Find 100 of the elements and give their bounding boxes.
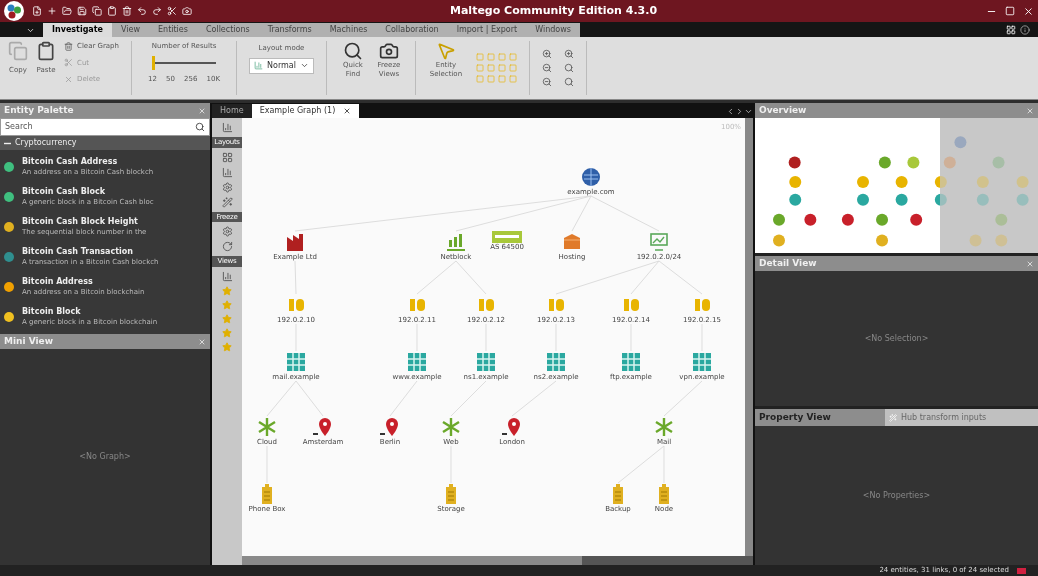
menu-tab[interactable]: Windows <box>526 23 580 37</box>
map-pin-icon <box>501 416 523 438</box>
zoom-in-icon[interactable] <box>541 49 552 59</box>
search-field[interactable]: Search <box>0 118 210 136</box>
grid-icon <box>406 351 428 373</box>
menu-tab[interactable]: Machines <box>320 23 377 37</box>
search-icon[interactable] <box>563 77 574 87</box>
edge-line <box>389 380 418 417</box>
settings-icon[interactable] <box>221 181 233 193</box>
edge-line <box>511 380 557 417</box>
menu-tab[interactable]: Import | Export <box>447 23 527 37</box>
star-icon[interactable] <box>222 313 232 324</box>
notification-icon[interactable] <box>1017 567 1026 574</box>
window-title: Maltego Community Edition 4.3.0 <box>450 2 658 19</box>
menu-tab[interactable]: Entities <box>149 23 197 37</box>
panel-title: Detail View <box>759 256 817 270</box>
empty-message: <No Properties> <box>862 489 931 502</box>
chart-icon[interactable] <box>221 122 233 133</box>
entity-name: Bitcoin Cash Block Height <box>22 217 139 227</box>
search-icon[interactable] <box>195 122 205 132</box>
new-file-icon[interactable] <box>32 6 42 16</box>
star-icon[interactable] <box>222 341 232 352</box>
chart-icon <box>254 61 263 70</box>
trash-icon <box>64 41 73 51</box>
mode-dropdown[interactable]: Normal <box>249 57 314 74</box>
close-icon[interactable] <box>343 107 352 115</box>
settings-icon[interactable] <box>221 226 233 237</box>
slider-thumb[interactable] <box>152 55 155 70</box>
panel-title: Entity Palette <box>4 103 74 117</box>
zoom-out-icon[interactable] <box>541 77 552 87</box>
folder-icon[interactable] <box>62 6 72 16</box>
range-bar-icon <box>492 231 522 243</box>
pointer-icon <box>435 41 456 61</box>
redo-icon[interactable] <box>152 6 162 16</box>
trash-icon[interactable] <box>122 6 132 16</box>
entity-name: Bitcoin Address <box>22 277 94 287</box>
close-icon[interactable] <box>1023 5 1034 17</box>
panel-title: Property View <box>758 410 832 424</box>
save-icon[interactable] <box>77 6 87 16</box>
menu-tab[interactable]: View <box>112 23 149 37</box>
menu-tab[interactable]: Investigate <box>43 23 112 37</box>
graph-tab[interactable]: Example Graph (1) <box>251 104 360 118</box>
asterisk-icon <box>256 416 278 438</box>
zoom-in-icon[interactable] <box>563 49 574 59</box>
chart-icon[interactable] <box>221 270 233 282</box>
panel-title: Overview <box>759 103 807 117</box>
menu-tab[interactable]: Transforms <box>258 23 321 37</box>
search-input[interactable]: Search <box>1 121 195 133</box>
grid-icon <box>285 351 307 373</box>
chevron-right-icon[interactable] <box>735 107 744 116</box>
search-icon[interactable] <box>563 63 574 73</box>
logo-icon <box>4 1 24 21</box>
refresh-icon[interactable] <box>221 241 233 252</box>
chevron-icon <box>299 61 309 70</box>
zoom-out-icon[interactable] <box>541 63 552 73</box>
category-label: Cryptocurrency <box>15 137 77 149</box>
globe-icon <box>580 166 602 188</box>
horizontal-scrollbar[interactable] <box>242 556 753 565</box>
empty-message: <No Graph> <box>79 451 131 463</box>
menu-tab[interactable]: Collections <box>196 23 259 37</box>
camera-icon[interactable] <box>182 6 192 16</box>
graph-tab[interactable]: Home <box>212 104 252 118</box>
grid-icon <box>475 351 497 373</box>
edge-line <box>416 260 457 295</box>
clipboard-icon[interactable] <box>107 6 117 16</box>
star-icon[interactable] <box>222 327 232 338</box>
asterisk-icon <box>440 416 462 438</box>
edge-line <box>455 260 487 295</box>
copy-icon <box>8 41 28 61</box>
vertical-scrollbar[interactable] <box>745 118 753 556</box>
menu-tab[interactable]: Collaboration <box>376 23 448 37</box>
wand-icon[interactable] <box>221 196 233 208</box>
panel-title: Mini View <box>4 334 53 348</box>
category-row[interactable]: Cryptocurrency <box>0 136 210 150</box>
info-icon[interactable] <box>1020 25 1030 35</box>
star-icon[interactable] <box>222 299 232 310</box>
transform-inputs-button[interactable]: Hub transform inputs <box>885 409 1038 426</box>
map-pin-icon <box>312 416 334 438</box>
layout-icon[interactable] <box>1006 25 1016 35</box>
grid-icon <box>545 351 567 373</box>
edge-line <box>450 380 487 417</box>
chart-icon[interactable] <box>221 166 233 178</box>
results-slider[interactable] <box>152 55 216 70</box>
entity-name: Bitcoin Cash Block <box>22 187 107 197</box>
search-icon <box>342 41 363 61</box>
delete-icon <box>64 74 73 84</box>
maximize-icon[interactable] <box>1005 5 1015 16</box>
star-icon[interactable] <box>222 285 232 296</box>
copy-icon[interactable] <box>92 6 102 16</box>
plus-icon[interactable] <box>47 6 57 16</box>
chevron-icon[interactable] <box>26 26 35 35</box>
scissors-icon <box>64 58 73 68</box>
camera-icon <box>378 41 399 61</box>
chart-icon <box>445 231 467 253</box>
scissors-icon[interactable] <box>167 6 177 16</box>
chevron-icon[interactable] <box>744 107 753 116</box>
chevron-left-icon[interactable] <box>726 107 735 116</box>
wand-icon <box>889 413 897 422</box>
undo-icon[interactable] <box>137 6 147 16</box>
asterisk-icon <box>653 416 675 438</box>
